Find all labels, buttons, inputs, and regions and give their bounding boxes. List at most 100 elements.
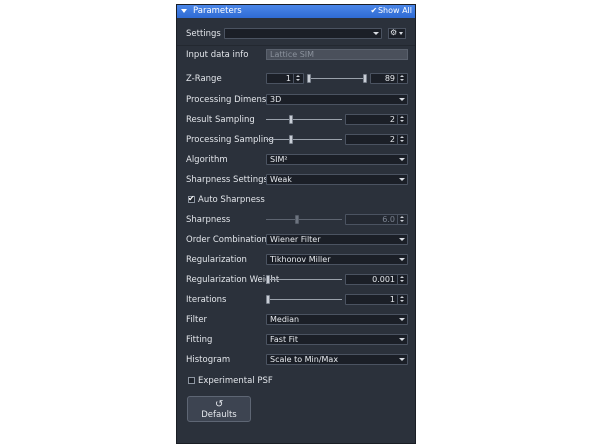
result-sampling-slider-handle[interactable] xyxy=(289,115,293,124)
experimental-psf-checkbox[interactable] xyxy=(188,377,195,384)
spin-buttons[interactable] xyxy=(397,275,407,284)
spin-down-icon[interactable] xyxy=(400,300,404,302)
spin-buttons[interactable] xyxy=(397,135,407,144)
histogram-label: Histogram xyxy=(186,355,231,365)
input-data-info-label: Input data info xyxy=(186,50,249,60)
spin-up-icon[interactable] xyxy=(400,75,404,77)
settings-dropdown[interactable] xyxy=(224,28,382,39)
settings-menu-button[interactable]: ⚙ xyxy=(388,28,406,39)
algorithm-label: Algorithm xyxy=(186,155,228,165)
fitting-dropdown[interactable]: Fast Fit xyxy=(266,334,408,345)
spin-down-icon[interactable] xyxy=(400,140,404,142)
spin-up-icon xyxy=(400,216,404,218)
regularization-value: Tikhonov Miller xyxy=(270,255,331,264)
spin-up-icon[interactable] xyxy=(296,75,300,77)
sharpness-label: Sharpness xyxy=(186,215,231,225)
spin-down-icon[interactable] xyxy=(400,79,404,81)
result-sampling-label: Result Sampling xyxy=(186,115,255,125)
iterations-slider-handle[interactable] xyxy=(266,295,270,304)
spin-down-icon[interactable] xyxy=(296,79,300,81)
fitting-label: Fitting xyxy=(186,335,213,345)
z-range-min-value: 1 xyxy=(285,74,291,83)
result-sampling-slider-track[interactable] xyxy=(266,119,342,120)
processing-sampling-value: 2 xyxy=(389,135,395,144)
fitting-value: Fast Fit xyxy=(270,335,298,344)
sharpness-settings-value: Weak xyxy=(270,175,292,184)
checkmark-icon: ✔ xyxy=(188,194,195,203)
z-range-label: Z-Range xyxy=(186,74,222,84)
iterations-slider-track[interactable] xyxy=(266,299,342,300)
filter-dropdown[interactable]: Median xyxy=(266,314,408,325)
z-range-slider-track[interactable] xyxy=(308,78,366,79)
z-range-max-handle[interactable] xyxy=(363,74,367,83)
spin-buttons xyxy=(397,215,407,224)
processing-dimension-dropdown[interactable]: 3D xyxy=(266,94,408,105)
auto-sharpness-label: Auto Sharpness xyxy=(198,195,265,205)
spin-down-icon[interactable] xyxy=(400,280,404,282)
regularization-weight-value: 0.001 xyxy=(372,275,395,284)
settings-label: Settings xyxy=(186,29,221,39)
sharpness-settings-dropdown[interactable]: Weak xyxy=(266,174,408,185)
chevron-down-icon xyxy=(399,358,405,361)
input-data-info-value: Lattice SIM xyxy=(270,50,315,59)
regularization-weight-slider-track[interactable] xyxy=(266,279,342,280)
filter-value: Median xyxy=(270,315,300,324)
histogram-value: Scale to Min/Max xyxy=(270,355,339,364)
divider xyxy=(177,45,415,46)
sharpness-spinbox: 6.0 xyxy=(345,214,408,225)
auto-sharpness-checkbox[interactable]: ✔ xyxy=(188,194,195,203)
show-all-checkbox[interactable]: ✔ Show All xyxy=(370,6,412,15)
sharpness-slider-track xyxy=(266,219,342,220)
processing-sampling-slider-track[interactable] xyxy=(266,139,342,140)
spin-buttons[interactable] xyxy=(293,74,303,83)
reset-icon: ↺ xyxy=(215,399,224,410)
sharpness-settings-label: Sharpness Settings xyxy=(186,175,268,185)
panel-titlebar[interactable]: Parameters ✔ Show All xyxy=(177,5,415,18)
spin-down-icon[interactable] xyxy=(400,120,404,122)
algorithm-value: SIM² xyxy=(270,155,288,164)
gear-icon: ⚙ xyxy=(390,28,398,37)
regularization-weight-slider-handle[interactable] xyxy=(266,275,270,284)
spin-down-icon xyxy=(400,220,404,222)
processing-sampling-label: Processing Sampling xyxy=(186,135,274,145)
regularization-weight-spinbox[interactable]: 0.001 xyxy=(345,274,408,285)
z-range-min-spinbox[interactable]: 1 xyxy=(266,73,304,84)
order-combination-value: Wiener Filter xyxy=(270,235,321,244)
order-combination-dropdown[interactable]: Wiener Filter xyxy=(266,234,408,245)
iterations-value: 1 xyxy=(389,295,395,304)
chevron-down-icon xyxy=(373,32,379,35)
histogram-dropdown[interactable]: Scale to Min/Max xyxy=(266,354,408,365)
processing-sampling-spinbox[interactable]: 2 xyxy=(345,134,408,145)
result-sampling-value: 2 xyxy=(389,115,395,124)
processing-sampling-slider-handle[interactable] xyxy=(289,135,293,144)
order-combination-label: Order Combination xyxy=(186,235,267,245)
algorithm-dropdown[interactable]: SIM² xyxy=(266,154,408,165)
chevron-down-icon xyxy=(399,238,405,241)
defaults-button-label: Defaults xyxy=(201,410,237,420)
spin-buttons[interactable] xyxy=(397,115,407,124)
spin-buttons[interactable] xyxy=(397,74,407,83)
spin-up-icon[interactable] xyxy=(400,136,404,138)
result-sampling-spinbox[interactable]: 2 xyxy=(345,114,408,125)
z-range-min-handle[interactable] xyxy=(307,74,311,83)
chevron-down-icon xyxy=(399,98,405,101)
sharpness-value: 6.0 xyxy=(382,215,395,224)
spin-up-icon[interactable] xyxy=(400,116,404,118)
spin-buttons[interactable] xyxy=(397,295,407,304)
defaults-button[interactable]: ↺ Defaults xyxy=(187,396,251,422)
chevron-down-icon xyxy=(399,258,405,261)
iterations-label: Iterations xyxy=(186,295,227,305)
iterations-spinbox[interactable]: 1 xyxy=(345,294,408,305)
processing-dimension-value: 3D xyxy=(270,95,282,104)
spin-up-icon[interactable] xyxy=(400,276,404,278)
collapse-triangle-icon[interactable] xyxy=(181,9,187,13)
input-data-info-field: Lattice SIM xyxy=(266,49,408,60)
chevron-down-icon xyxy=(399,158,405,161)
spin-up-icon[interactable] xyxy=(400,296,404,298)
z-range-max-spinbox[interactable]: 89 xyxy=(370,73,408,84)
chevron-down-icon xyxy=(399,338,405,341)
show-all-label: Show All xyxy=(377,6,412,15)
regularization-dropdown[interactable]: Tikhonov Miller xyxy=(266,254,408,265)
chevron-down-icon xyxy=(399,32,403,35)
chevron-down-icon xyxy=(399,178,405,181)
